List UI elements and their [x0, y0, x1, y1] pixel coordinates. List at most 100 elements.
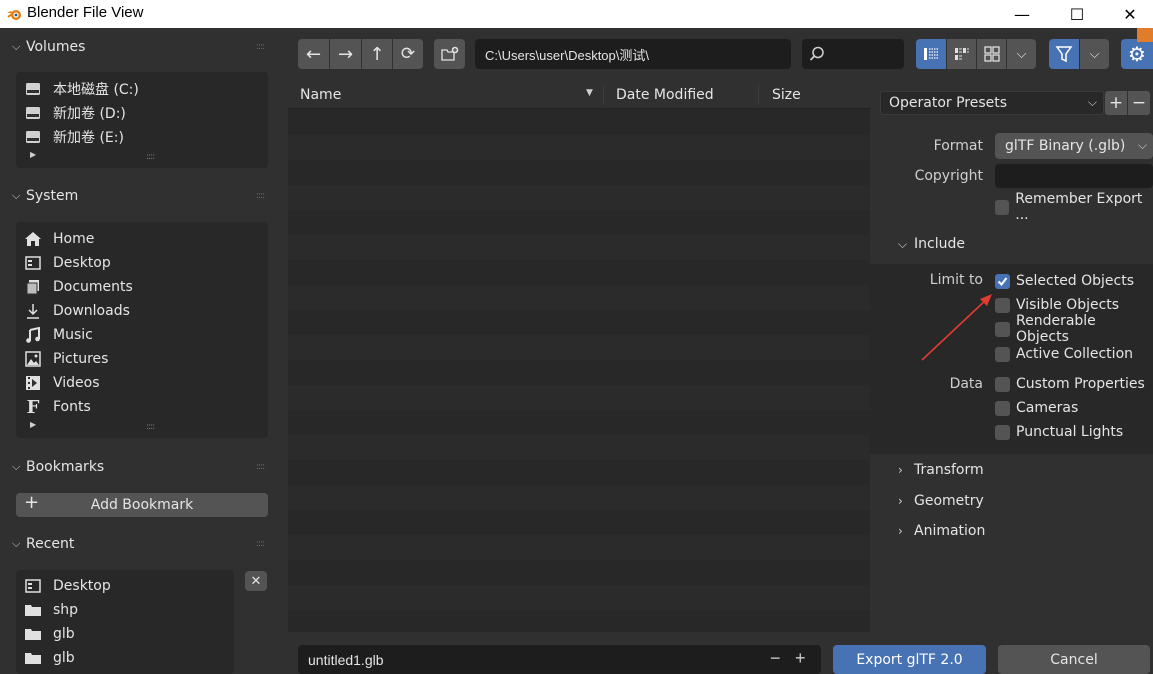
system-header[interactable]: ⌵ System — [12, 184, 78, 208]
volume-item[interactable]: 本地磁盘 (C:) — [24, 77, 139, 101]
column-size[interactable]: Size — [772, 87, 801, 103]
sidebar-item-documents[interactable]: Documents — [24, 275, 133, 299]
animation-section-header[interactable]: › Animation — [898, 521, 985, 541]
toggle-settings-panel-button[interactable]: ⚙ — [1121, 39, 1153, 69]
filter-settings-dropdown[interactable]: ⌵ — [1080, 39, 1109, 69]
home-icon — [24, 230, 42, 248]
annotation-arrow-icon — [921, 294, 992, 361]
sidebar-item-fonts[interactable]: F Fonts — [24, 395, 91, 419]
column-divider — [758, 85, 759, 105]
empty-row — [288, 135, 870, 160]
transform-section-header[interactable]: › Transform — [898, 460, 984, 480]
checkbox-box — [995, 424, 1010, 440]
sidebar-item-videos[interactable]: Videos — [24, 371, 100, 395]
cancel-button[interactable]: Cancel — [998, 645, 1150, 674]
view-vertical-list-button[interactable] — [916, 39, 946, 69]
resize-grip-icon[interactable]: :::: — [146, 152, 155, 162]
volume-item[interactable]: 新加卷 (E:) — [24, 125, 124, 149]
drag-grip-icon[interactable]: :::: — [256, 192, 270, 201]
resize-grip-icon[interactable]: :::: — [146, 422, 155, 432]
volumes-list: 本地磁盘 (C:) 新加卷 (D:) 新加卷 (E:) ▶ :::: — [16, 72, 268, 168]
image-icon — [24, 350, 42, 368]
view-thumbnails-button[interactable] — [977, 39, 1006, 69]
geometry-section-header[interactable]: › Geometry — [898, 491, 984, 511]
recent-item[interactable]: glb — [24, 646, 75, 670]
active-collection-checkbox[interactable]: Active Collection — [995, 344, 1133, 364]
minus-icon: − — [1131, 93, 1147, 113]
decrement-filename-button[interactable]: − — [770, 648, 781, 669]
minimize-button[interactable]: — — [999, 0, 1045, 28]
clear-recent-button[interactable]: ✕ — [245, 571, 267, 591]
plus-icon: + — [1108, 93, 1124, 113]
new-folder-button[interactable] — [434, 39, 465, 69]
video-icon — [24, 374, 42, 392]
chevron-down-icon: ⌵ — [1089, 46, 1100, 62]
thumbnails-icon — [983, 46, 1000, 62]
sidebar-item-home[interactable]: Home — [24, 227, 94, 251]
empty-row — [288, 385, 870, 410]
chevron-down-icon: ⌵ — [12, 537, 21, 550]
column-date-modified[interactable]: Date Modified — [616, 87, 714, 103]
new-folder-icon — [440, 46, 458, 61]
close-button[interactable]: ✕ — [1107, 0, 1153, 28]
drag-grip-icon[interactable]: :::: — [256, 463, 270, 472]
empty-row — [288, 335, 870, 360]
custom-properties-checkbox[interactable]: Custom Properties — [995, 374, 1145, 394]
recent-item[interactable]: Desktop — [24, 574, 111, 598]
font-icon: F — [26, 396, 40, 418]
sidebar-item-pictures[interactable]: Pictures — [24, 347, 108, 371]
drag-grip-icon[interactable]: :::: — [256, 43, 270, 52]
limit-to-label: Limit to — [929, 272, 983, 288]
include-section-header[interactable]: ⌵ Include — [898, 234, 965, 254]
cameras-checkbox[interactable]: Cameras — [995, 398, 1078, 418]
sidebar-item-desktop[interactable]: Desktop — [24, 251, 111, 275]
recent-item[interactable]: shp — [24, 598, 78, 622]
back-button[interactable]: ← — [298, 39, 329, 69]
empty-row — [288, 110, 870, 135]
desktop-icon — [24, 577, 42, 595]
filter-toggle-button[interactable] — [1049, 39, 1079, 69]
display-settings-dropdown[interactable]: ⌵ — [1007, 39, 1036, 69]
remove-preset-button[interactable]: − — [1128, 91, 1150, 115]
increment-filename-button[interactable]: + — [795, 648, 806, 669]
visible-objects-checkbox[interactable]: Visible Objects — [995, 295, 1119, 315]
add-bookmark-button[interactable]: + Add Bookmark — [16, 492, 268, 517]
forward-button[interactable]: → — [330, 39, 361, 69]
checkbox-box — [995, 376, 1010, 392]
selected-objects-checkbox[interactable]: Selected Objects — [995, 271, 1134, 291]
recent-header[interactable]: ⌵ Recent — [12, 532, 74, 556]
drag-grip-icon[interactable]: :::: — [256, 540, 270, 549]
punctual-lights-checkbox[interactable]: Punctual Lights — [995, 422, 1123, 442]
directory-path-field[interactable]: C:\Users\user\Desktop\测试\ — [475, 39, 791, 69]
volume-item[interactable]: 新加卷 (D:) — [24, 101, 126, 125]
checkbox-box — [995, 273, 1010, 289]
volumes-header[interactable]: ⌵ Volumes — [12, 35, 85, 59]
remember-export-checkbox[interactable]: Remember Export ... — [995, 191, 1153, 223]
documents-icon — [24, 278, 42, 296]
bookmarks-header[interactable]: ⌵ Bookmarks — [12, 455, 104, 479]
file-browser[interactable]: Name ▼ Date Modified Size — [288, 82, 870, 632]
maximize-button[interactable]: ☐ — [1054, 0, 1100, 28]
refresh-button[interactable]: ⟳ — [393, 39, 423, 69]
operator-presets-dropdown[interactable]: Operator Presets ⌵ — [880, 91, 1104, 115]
expand-triangle-icon[interactable]: ▶ — [30, 420, 36, 429]
renderable-objects-checkbox[interactable]: Renderable Objects — [995, 313, 1153, 345]
format-dropdown[interactable]: glTF Binary (.glb) ⌵ — [995, 133, 1153, 159]
sidebar-item-music[interactable]: Music — [24, 323, 93, 347]
empty-row — [288, 535, 870, 560]
copyright-field[interactable] — [995, 164, 1153, 188]
filename-field[interactable]: untitled1.glb − + — [298, 645, 821, 674]
empty-row — [288, 160, 870, 185]
sort-descending-icon[interactable]: ▼ — [586, 88, 593, 98]
column-name[interactable]: Name — [300, 87, 341, 103]
export-button[interactable]: Export glTF 2.0 — [833, 645, 986, 674]
search-input[interactable] — [802, 39, 904, 69]
add-preset-button[interactable]: + — [1105, 91, 1127, 115]
view-horizontal-list-button[interactable] — [947, 39, 976, 69]
empty-row — [288, 360, 870, 385]
expand-triangle-icon[interactable]: ▶ — [30, 150, 36, 159]
drive-icon — [24, 80, 42, 98]
parent-directory-button[interactable]: ↑ — [362, 39, 392, 69]
recent-item[interactable]: glb — [24, 622, 75, 646]
sidebar-item-downloads[interactable]: Downloads — [24, 299, 130, 323]
